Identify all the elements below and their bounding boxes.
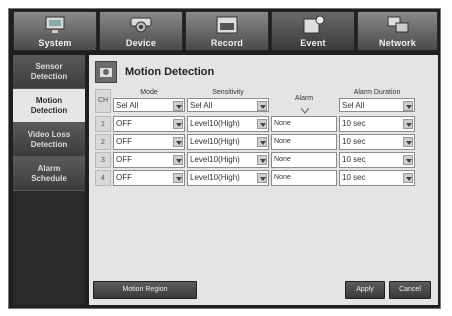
mode-select[interactable]: OFF bbox=[113, 152, 185, 168]
sensitivity-select[interactable]: Level10(High) bbox=[187, 170, 269, 186]
mode-select[interactable]: OFF bbox=[113, 170, 185, 186]
sensitivity-value: Level10(High) bbox=[190, 137, 240, 146]
sidebar-item-video-loss-detection[interactable]: Video Loss Detection bbox=[13, 123, 85, 157]
duration-select[interactable]: 10 sec bbox=[339, 116, 415, 132]
apply-button[interactable]: Apply bbox=[345, 281, 385, 299]
header-mode: Mode bbox=[140, 89, 158, 96]
chevron-down-icon bbox=[403, 173, 413, 183]
sensitivity-select-all-value: Sel All bbox=[190, 101, 213, 110]
alarm-value: None bbox=[274, 120, 291, 127]
event-icon bbox=[303, 15, 325, 34]
chevron-down-icon bbox=[257, 137, 267, 147]
tab-network[interactable]: Network bbox=[357, 11, 438, 51]
alarm-value: None bbox=[274, 174, 291, 181]
network-icon bbox=[387, 16, 408, 33]
header-alarm-duration: Alarm Duration bbox=[353, 89, 401, 96]
alarm-header-chevron-icon bbox=[300, 101, 310, 114]
duration-value: 10 sec bbox=[342, 173, 366, 182]
record-icon bbox=[216, 16, 238, 34]
table-row: 4 OFF Level10(High) None 10 sec bbox=[95, 170, 432, 186]
alarm-value: None bbox=[274, 156, 291, 163]
cancel-button[interactable]: Cancel bbox=[389, 281, 431, 299]
alarm-field[interactable]: None bbox=[271, 152, 337, 168]
tab-network-label: Network bbox=[379, 38, 416, 48]
table-row: 3 OFF Level10(High) None 10 sec bbox=[95, 152, 432, 168]
duration-select-all-value: Sel All bbox=[342, 101, 365, 110]
chevron-down-icon bbox=[257, 119, 267, 129]
tab-record[interactable]: Record bbox=[185, 11, 269, 51]
sensitivity-select[interactable]: Level10(High) bbox=[187, 152, 269, 168]
tab-system[interactable]: System bbox=[13, 11, 97, 51]
mode-value: OFF bbox=[116, 155, 132, 164]
motion-detection-icon bbox=[95, 61, 117, 83]
motion-region-button[interactable]: Motion Region bbox=[93, 281, 197, 299]
duration-value: 10 sec bbox=[342, 119, 366, 128]
chevron-down-icon bbox=[173, 101, 183, 111]
select-all-row: Sel All Sel All Sel All bbox=[95, 98, 432, 114]
sensitivity-value: Level10(High) bbox=[190, 173, 240, 182]
duration-value: 10 sec bbox=[342, 155, 366, 164]
sidebar-item-label: Alarm Schedule bbox=[31, 163, 67, 183]
chevron-down-icon bbox=[173, 137, 183, 147]
sensitivity-value: Level10(High) bbox=[190, 155, 240, 164]
chevron-down-icon bbox=[173, 155, 183, 165]
tab-record-label: Record bbox=[210, 38, 244, 48]
page-title-text: Motion Detection bbox=[125, 66, 215, 78]
chevron-down-icon bbox=[257, 173, 267, 183]
dvr-menu-window: System Device Record Event Network Senso… bbox=[8, 8, 441, 309]
duration-value: 10 sec bbox=[342, 137, 366, 146]
camera-icon bbox=[130, 17, 152, 33]
chevron-down-icon bbox=[257, 155, 267, 165]
monitor-icon bbox=[45, 16, 65, 33]
sidebar-item-label: Motion Detection bbox=[30, 95, 68, 115]
top-tab-bar: System Device Record Event Network bbox=[13, 11, 438, 53]
mode-select[interactable]: OFF bbox=[113, 116, 185, 132]
alarm-field[interactable]: None bbox=[271, 116, 337, 132]
row-ch: 2 bbox=[95, 134, 111, 150]
table-row: 1 OFF Level10(High) None 10 sec bbox=[95, 116, 432, 132]
chevron-down-icon bbox=[403, 101, 413, 111]
chevron-down-icon bbox=[173, 119, 183, 129]
chevron-down-icon bbox=[403, 119, 413, 129]
chevron-down-icon bbox=[403, 137, 413, 147]
mode-select-all[interactable]: Sel All bbox=[113, 98, 185, 112]
mode-select-all-value: Sel All bbox=[116, 101, 139, 110]
alarm-field[interactable]: None bbox=[271, 170, 337, 186]
row-ch: 4 bbox=[95, 170, 111, 186]
header-sensitivity: Sensitivity bbox=[212, 89, 244, 96]
sensitivity-select-all[interactable]: Sel All bbox=[187, 98, 269, 112]
alarm-value: None bbox=[274, 138, 291, 145]
tab-device[interactable]: Device bbox=[99, 11, 183, 51]
sensitivity-select[interactable]: Level10(High) bbox=[187, 116, 269, 132]
duration-select-all[interactable]: Sel All bbox=[339, 98, 415, 112]
mode-value: OFF bbox=[116, 137, 132, 146]
tab-system-label: System bbox=[38, 38, 72, 48]
sidebar-item-label: Sensor Detection bbox=[30, 61, 68, 81]
sensitivity-value: Level10(High) bbox=[190, 119, 240, 128]
sensitivity-select[interactable]: Level10(High) bbox=[187, 134, 269, 150]
table-row: 2 OFF Level10(High) None 10 sec bbox=[95, 134, 432, 150]
sidebar-item-label: Video Loss Detection bbox=[27, 129, 71, 149]
mode-value: OFF bbox=[116, 119, 132, 128]
sidebar-item-motion-detection[interactable]: Motion Detection bbox=[13, 89, 85, 123]
sidebar-item-alarm-schedule[interactable]: Alarm Schedule bbox=[13, 157, 85, 191]
tab-event[interactable]: Event bbox=[271, 11, 355, 51]
row-ch: 3 bbox=[95, 152, 111, 168]
row-ch: 1 bbox=[95, 116, 111, 132]
mode-select[interactable]: OFF bbox=[113, 134, 185, 150]
tab-device-label: Device bbox=[125, 38, 157, 48]
mode-value: OFF bbox=[116, 173, 132, 182]
sidebar-item-sensor-detection[interactable]: Sensor Detection bbox=[13, 55, 85, 89]
chevron-down-icon bbox=[403, 155, 413, 165]
main-panel: Motion Detection CH Mode Sensitivity Ala… bbox=[89, 55, 438, 305]
duration-select[interactable]: 10 sec bbox=[339, 152, 415, 168]
duration-select[interactable]: 10 sec bbox=[339, 170, 415, 186]
chevron-down-icon bbox=[257, 101, 267, 111]
chevron-down-icon bbox=[173, 173, 183, 183]
tab-event-label: Event bbox=[300, 38, 326, 48]
sidebar: Sensor Detection Motion Detection Video … bbox=[13, 55, 85, 305]
alarm-field[interactable]: None bbox=[271, 134, 337, 150]
duration-select[interactable]: 10 sec bbox=[339, 134, 415, 150]
